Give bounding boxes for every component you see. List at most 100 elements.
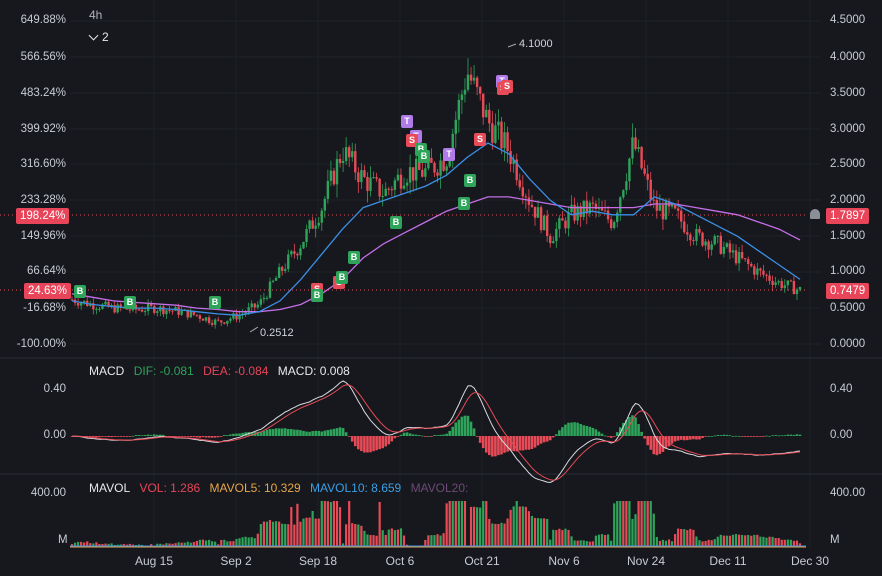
macd-bar — [235, 433, 238, 436]
candle-body — [725, 243, 729, 248]
take-profit-marker[interactable]: T — [401, 115, 413, 128]
mavol-legend: MAVOL VOL: 1.286 MAVOL5: 10.329 MAVOL10:… — [89, 481, 474, 495]
candle-body — [229, 318, 232, 321]
buy-marker[interactable]: B — [464, 174, 476, 187]
volume-bar — [296, 503, 299, 547]
candle-body — [704, 241, 707, 246]
volume-bar — [402, 535, 406, 547]
buy-marker[interactable]: B — [124, 296, 136, 309]
candle-body — [223, 322, 226, 324]
volume-bars — [70, 501, 802, 548]
macd-bar — [357, 436, 360, 450]
candle-body — [661, 205, 665, 220]
macd-bar — [756, 436, 759, 437]
date-tick: Oct 21 — [464, 554, 500, 568]
macd-bar — [183, 436, 187, 437]
candle-body — [503, 132, 506, 149]
candle-body — [792, 281, 796, 295]
candle-body — [606, 210, 610, 220]
candle-body — [402, 185, 406, 189]
buy-marker[interactable]: B — [390, 216, 402, 229]
macd-bar — [460, 416, 464, 436]
macd-bar — [201, 436, 205, 438]
candle-body — [405, 182, 409, 186]
volume-value: VOL: 1.286 — [139, 481, 201, 495]
candle-body — [539, 207, 543, 231]
candle-body — [789, 280, 793, 282]
sell-marker[interactable]: S — [501, 80, 513, 93]
buy-marker[interactable]: B — [336, 271, 348, 284]
macd-bar — [384, 436, 388, 447]
mavol10-value: MAVOL10: 8.659 — [310, 481, 402, 495]
candle-body — [612, 222, 616, 229]
macd-bar — [186, 436, 190, 437]
macd-bar — [433, 435, 436, 436]
candle-body — [171, 310, 174, 312]
macd-bar — [378, 436, 381, 450]
macd-bar — [509, 436, 512, 451]
candle-body — [454, 119, 457, 134]
candle-body — [436, 172, 439, 176]
volume-bar — [469, 506, 473, 547]
macd-bar — [329, 429, 333, 436]
ref-price-tag: 1.7897 — [826, 208, 870, 224]
buy-marker[interactable]: B — [348, 251, 360, 264]
volume-bar — [476, 507, 479, 547]
alert-bell-icon[interactable] — [810, 209, 820, 219]
macd-bar — [582, 425, 586, 436]
macd-bar — [597, 431, 601, 436]
candle-body — [686, 232, 689, 235]
candle-body — [619, 197, 622, 213]
macd-bar — [600, 433, 604, 436]
take-profit-marker[interactable]: T — [443, 148, 455, 161]
macd-bar — [646, 436, 649, 446]
candle-body — [768, 275, 771, 281]
volume-bar — [643, 501, 646, 547]
buy-marker[interactable]: B — [458, 197, 470, 210]
date-tick: Oct 6 — [385, 554, 415, 568]
candle-body — [213, 319, 217, 325]
candle-body — [795, 289, 799, 295]
volume-bar — [570, 536, 573, 547]
candle-body — [591, 202, 595, 204]
macd-bar — [399, 434, 403, 436]
high-price-label: 4.1000 — [519, 38, 553, 50]
sell-marker[interactable]: S — [474, 133, 486, 146]
macd-bar — [536, 436, 540, 446]
candle-body — [561, 218, 564, 221]
macd-bar — [95, 436, 98, 438]
volume-bar — [716, 536, 719, 547]
buy-marker[interactable]: B — [418, 150, 430, 163]
macd-bar — [768, 435, 771, 437]
volume-bar — [396, 529, 400, 547]
volume-bar — [655, 536, 658, 547]
candle-body — [737, 252, 741, 264]
macd-bar — [159, 434, 162, 436]
candle-body — [296, 253, 299, 256]
macd-bar — [494, 436, 497, 457]
macd-bar — [746, 436, 750, 437]
mavol-right-tick: 400.00 — [830, 487, 866, 499]
volume-bar — [430, 535, 433, 547]
volume-bar — [281, 523, 284, 547]
volume-bar — [759, 536, 762, 547]
volume-bar — [497, 523, 500, 547]
buy-marker[interactable]: B — [74, 285, 86, 298]
macd-bar — [734, 435, 738, 437]
macd-bar — [713, 435, 717, 437]
candle-body — [445, 166, 448, 171]
candle-body — [628, 158, 631, 182]
macd-bar — [192, 436, 196, 438]
candle-body — [293, 251, 296, 254]
buy-marker[interactable]: B — [209, 296, 221, 309]
macd-bar — [302, 430, 305, 436]
candle-body — [670, 204, 674, 207]
volume-bar — [634, 514, 637, 547]
current-percent-tag: 24.63% — [24, 283, 72, 299]
candle-body — [305, 229, 308, 242]
candle-body — [777, 281, 780, 283]
macd-bar — [320, 431, 324, 436]
volume-bar — [533, 517, 537, 547]
macd-bar — [280, 428, 284, 436]
buy-marker[interactable]: B — [311, 289, 323, 302]
